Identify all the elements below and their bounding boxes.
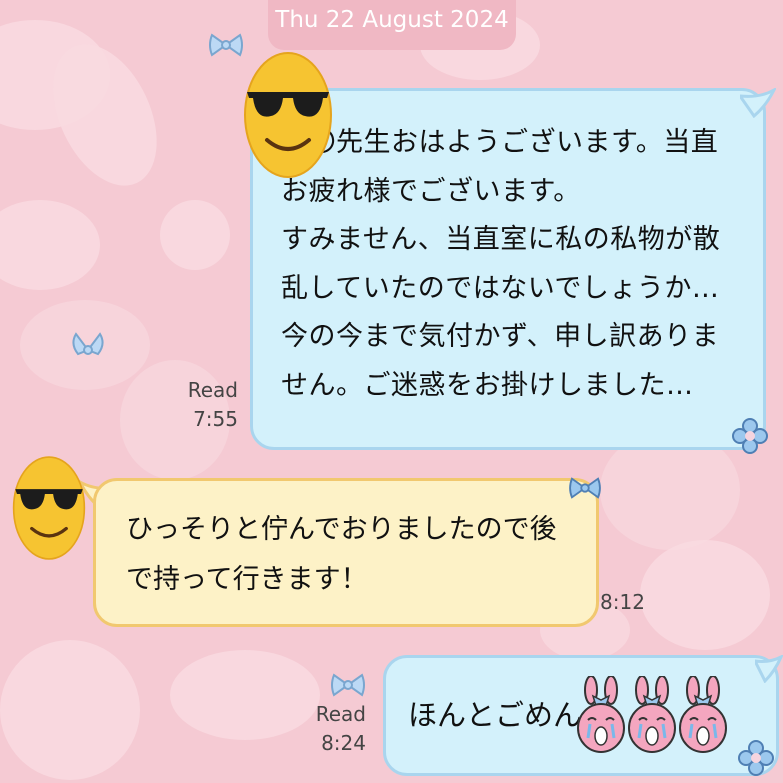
bow-decoration-icon [209, 33, 243, 57]
read-receipt: Read [315, 702, 366, 726]
message-time: 8:24 [321, 731, 366, 755]
crying-bunny-icon [679, 676, 727, 753]
bubble-tail [755, 655, 783, 683]
message-text: 〇〇先生おはようございます。当直 お疲れ様でございます。 すみません、当直室に私… [281, 127, 721, 401]
bow-decoration-icon [569, 477, 601, 499]
message-meta: Read 8:24 [312, 700, 366, 758]
flower-decoration-icon [738, 740, 774, 776]
bow-decoration-icon [72, 332, 104, 356]
crying-bunny-icon [577, 676, 625, 753]
message-text: ほんとごめん [408, 698, 583, 732]
crying-bunny-icon [628, 676, 676, 753]
sunglasses-emoji-icon [244, 52, 332, 178]
sunglasses-emoji-icon [12, 456, 86, 560]
read-receipt: Read [187, 378, 238, 402]
bubble-tail [740, 88, 776, 118]
message-bubble-incoming[interactable]: ひっそりと佇んでおりましたので後 で持って行きます！ [93, 478, 599, 627]
flower-decoration-icon [732, 418, 768, 454]
bow-decoration-icon [331, 673, 365, 697]
date-header: Thu 22 August 2024 [268, 0, 516, 50]
message-time: 8:12 [600, 590, 645, 614]
message-meta: Read 7:55 [186, 376, 238, 434]
message-text: ひっそりと佇んでおりましたので後 で持って行きます！ [126, 514, 557, 595]
message-time: 7:55 [193, 407, 238, 431]
